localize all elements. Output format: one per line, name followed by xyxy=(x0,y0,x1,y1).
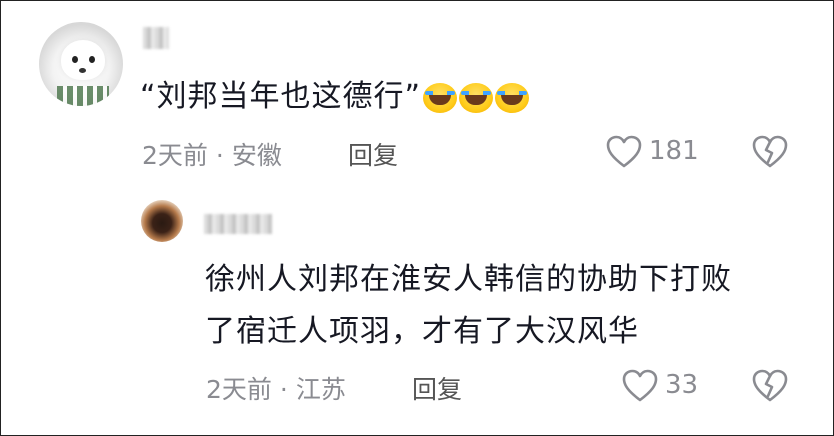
meta-separator: · xyxy=(279,375,288,404)
reply-text-line-1: 徐州人刘邦在淮安人韩信的协助下打败 xyxy=(205,262,732,297)
reply-like-count: 33 xyxy=(665,370,699,400)
reply-text-line-2: 了宿迁人项羽，才有了大汉风华 xyxy=(205,314,639,349)
reply-like-button[interactable] xyxy=(622,369,658,403)
meta-separator: · xyxy=(215,141,224,170)
avatar-eye xyxy=(89,56,95,63)
broken-heart-icon xyxy=(752,135,788,168)
avatar-dog-head xyxy=(61,40,105,80)
comment-text-line: “刘邦当年也这德行” xyxy=(140,79,422,114)
comment-location: 安徽 xyxy=(231,141,282,170)
dislike-button[interactable] xyxy=(752,135,788,169)
reply-reply-button[interactable]: 回复 xyxy=(412,370,462,406)
avatar-paper xyxy=(57,86,109,106)
avatar-nose xyxy=(79,68,86,73)
crying-emoji-icon xyxy=(459,82,494,113)
crying-emoji-icon xyxy=(495,82,530,113)
like-count: 181 xyxy=(649,136,699,166)
reply-location: 江苏 xyxy=(295,375,346,404)
username-blurred[interactable] xyxy=(143,27,169,49)
comment-text: “刘邦当年也这德行” xyxy=(140,71,530,123)
avatar-eye xyxy=(72,56,78,63)
broken-heart-icon xyxy=(752,369,788,402)
reply-username-blurred[interactable] xyxy=(204,214,272,234)
reply-avatar[interactable] xyxy=(141,200,183,242)
crying-emoji-icon xyxy=(423,82,458,113)
reply-button[interactable]: 回复 xyxy=(348,136,398,172)
reply-dislike-button[interactable] xyxy=(752,369,788,403)
comment-time: 2天前 xyxy=(142,141,208,170)
heart-icon xyxy=(622,369,658,402)
avatar[interactable] xyxy=(39,22,123,106)
reply-meta: 2天前 · 江苏 xyxy=(206,370,346,406)
reply-time: 2天前 xyxy=(206,375,272,404)
like-button[interactable] xyxy=(606,135,642,169)
heart-icon xyxy=(606,135,642,168)
comment-meta: 2天前 · 安徽 xyxy=(142,136,282,172)
